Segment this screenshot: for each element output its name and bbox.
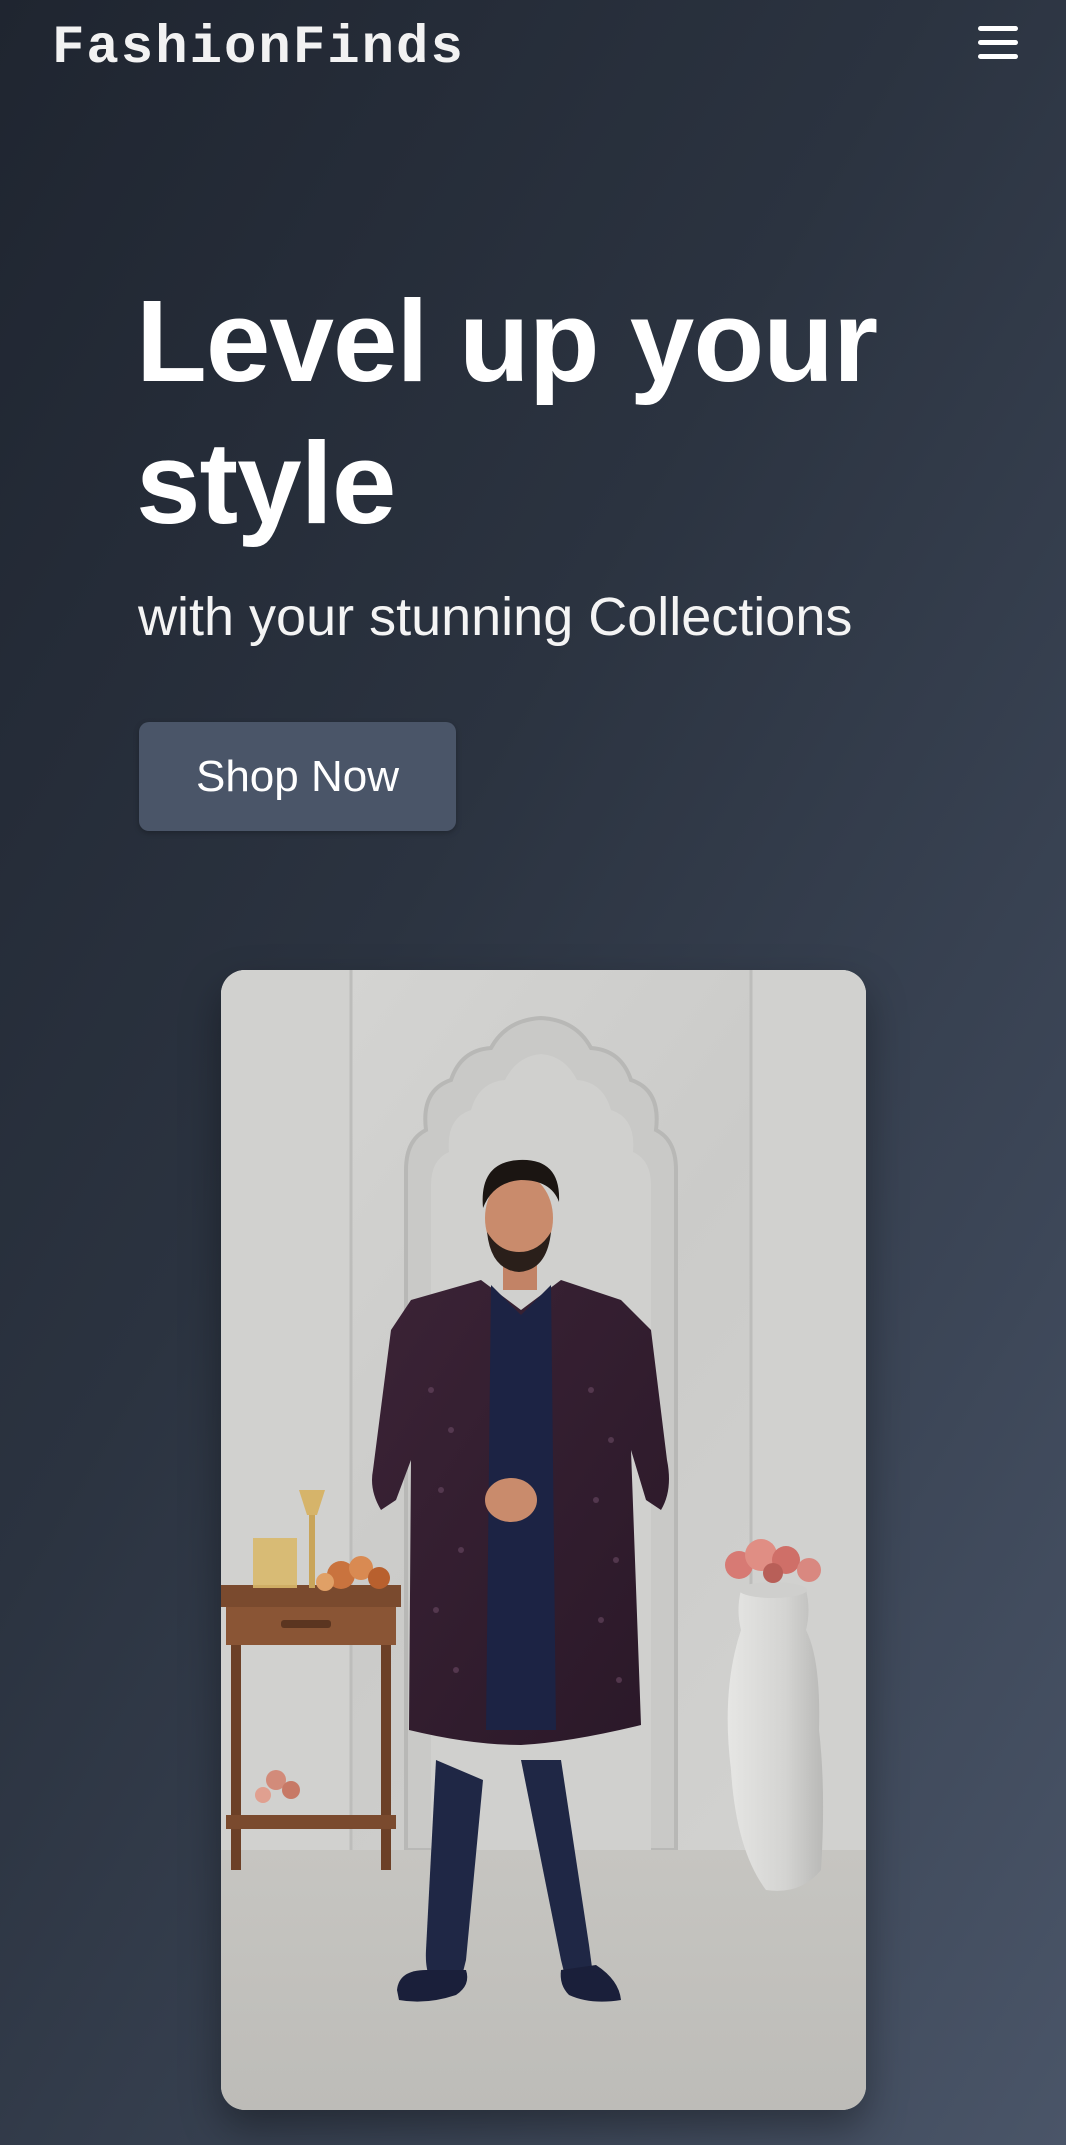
- brand-logo[interactable]: FashionFinds: [52, 14, 465, 84]
- hero-subtitle: with your stunning Collections: [138, 587, 853, 647]
- shop-now-button[interactable]: Shop Now: [139, 722, 456, 831]
- hero-product-image: [221, 970, 866, 2110]
- navbar: FashionFinds: [0, 0, 1066, 100]
- menu-line: [978, 54, 1018, 59]
- hero-title: Level up your style: [136, 276, 878, 548]
- menu-line: [978, 26, 1018, 31]
- model-photo-illustration: [221, 970, 866, 2110]
- hamburger-menu-icon[interactable]: [970, 20, 1026, 70]
- menu-line: [978, 40, 1018, 45]
